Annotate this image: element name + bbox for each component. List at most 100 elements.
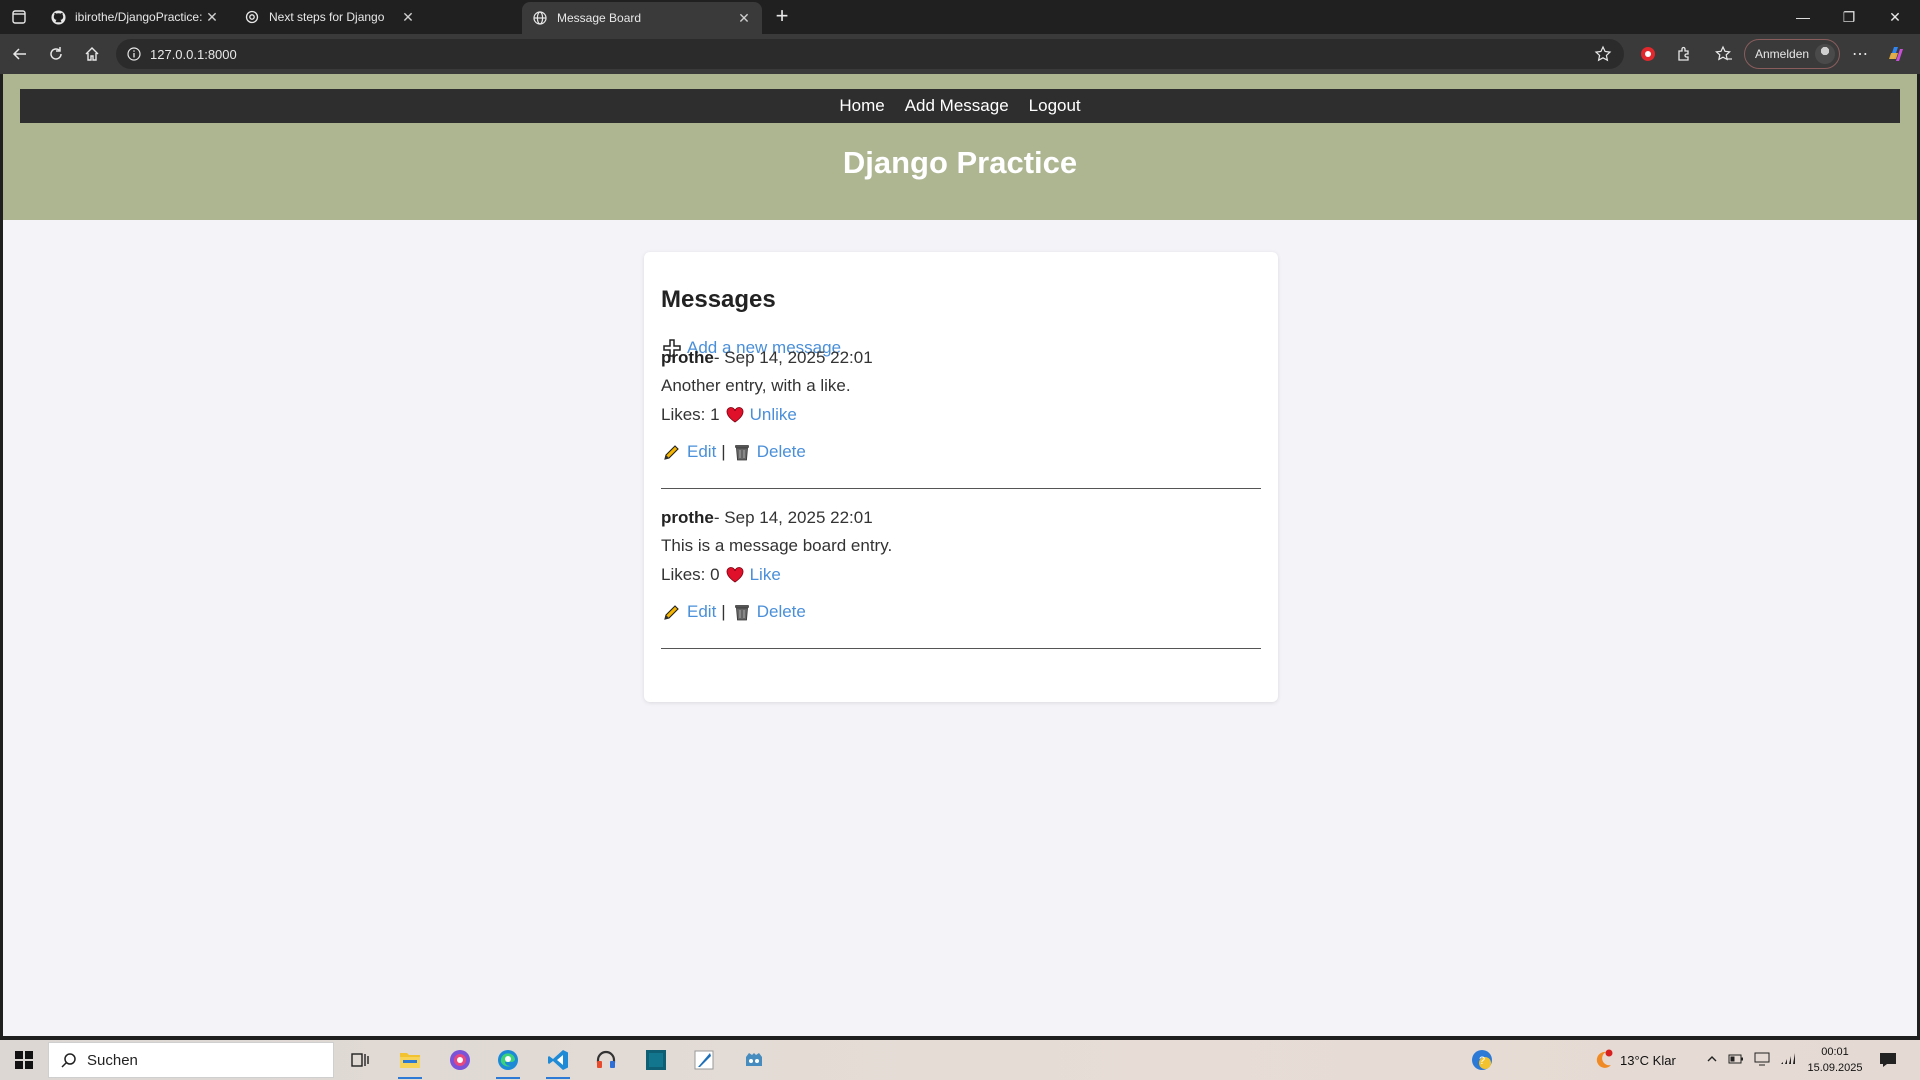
message-body: This is a message board entry.	[661, 536, 893, 555]
favorites-icon[interactable]	[1712, 42, 1736, 66]
message-body: Another entry, with a like.	[661, 376, 851, 395]
battery-icon[interactable]	[1728, 1053, 1744, 1068]
trash-icon	[731, 601, 753, 623]
main-nav: Home Add Message Logout	[20, 89, 1900, 123]
search-icon	[61, 1053, 76, 1068]
nav-logout-link[interactable]: Logout	[1029, 96, 1081, 116]
clock-time: 00:01	[1821, 1046, 1849, 1058]
edit-link[interactable]: Edit	[687, 602, 716, 622]
message-meta: prothe - Sep 14, 2025 22:01	[661, 508, 873, 528]
home-icon[interactable]	[80, 42, 104, 66]
heart-icon	[724, 564, 746, 586]
teal-app-icon[interactable]	[642, 1046, 670, 1074]
pencil-icon	[661, 441, 683, 463]
site-header: Home Add Message Logout Django Practice	[3, 74, 1917, 220]
signin-label: Anmelden	[1755, 47, 1810, 61]
unlike-link[interactable]: Unlike	[750, 405, 797, 425]
message-divider	[661, 648, 1261, 649]
tab-github[interactable]: ibirothe/DjangoPractice: Practice ✕	[40, 2, 230, 32]
likes-row: Likes: 1 Unlike	[661, 404, 797, 426]
extensions-icon[interactable]	[1672, 42, 1696, 66]
discord-like-icon[interactable]	[446, 1046, 474, 1074]
new-tab-button[interactable]: +	[770, 5, 794, 29]
tab-title: Next steps for Django	[269, 10, 385, 24]
tab-chatgpt[interactable]: Next steps for Django ✕	[234, 2, 426, 32]
tab-title: ibirothe/DjangoPractice: Practice	[75, 10, 204, 24]
svg-text:?: ?	[1479, 1055, 1485, 1067]
pen-app-icon[interactable]	[690, 1046, 718, 1074]
tab-message-board[interactable]: Message Board ✕	[522, 2, 762, 34]
message-divider	[661, 488, 1261, 489]
message-date: - Sep 14, 2025 22:01	[713, 508, 873, 527]
trash-icon	[731, 441, 753, 463]
help-icon[interactable]: ?	[1468, 1046, 1496, 1074]
weather-widget[interactable]: 13°C Klar	[1592, 1040, 1676, 1080]
delete-link[interactable]: Delete	[757, 602, 806, 622]
tab-title: Message Board	[557, 11, 642, 25]
edge-icon[interactable]	[494, 1046, 522, 1079]
vscode-icon[interactable]	[544, 1046, 572, 1079]
file-explorer-icon[interactable]	[396, 1046, 424, 1079]
likes-count: Likes: 0	[661, 565, 720, 584]
weather-moon-icon	[1596, 1049, 1613, 1068]
windows-taskbar: Suchen ? 13°C Klar 00:01 15.09.2025	[0, 1040, 1920, 1080]
close-tab-icon[interactable]: ✕	[204, 9, 220, 25]
message-author: prothe	[661, 508, 714, 527]
globe-icon	[532, 10, 548, 26]
windows-icon	[15, 1051, 33, 1069]
taskbar-clock[interactable]: 00:01 15.09.2025	[1800, 1044, 1870, 1076]
action-separator: |	[721, 602, 726, 621]
clock-date: 15.09.2025	[1807, 1062, 1863, 1074]
site-title: Django Practice	[842, 145, 1078, 180]
messages-card: Messages Add a new message prothe - Sep …	[644, 252, 1278, 702]
more-menu-icon[interactable]: ⋯	[1848, 42, 1872, 66]
pencil-icon	[661, 601, 683, 623]
close-window-icon[interactable]: ✕	[1872, 0, 1918, 34]
wifi-icon[interactable]	[1780, 1052, 1796, 1069]
restore-icon[interactable]: ❐	[1826, 0, 1872, 34]
back-icon[interactable]	[8, 42, 32, 66]
likes-count: Likes: 1	[661, 405, 720, 424]
heart-icon	[724, 404, 746, 426]
search-placeholder: Suchen	[87, 1051, 138, 1069]
edit-link[interactable]: Edit	[687, 442, 716, 462]
address-bar[interactable]: 127.0.0.1:8000	[116, 39, 1624, 69]
site-info-icon[interactable]	[126, 46, 142, 62]
close-tab-icon[interactable]: ✕	[400, 9, 416, 25]
browser-tabstrip: ibirothe/DjangoPractice: Practice ✕ Next…	[0, 0, 1920, 34]
headphones-app-icon[interactable]	[592, 1046, 620, 1074]
favorite-star-icon[interactable]	[1594, 45, 1612, 63]
tray-chevron-icon[interactable]	[1706, 1053, 1718, 1068]
nav-add-message-link[interactable]: Add Message	[905, 96, 1009, 116]
minimize-icon[interactable]: —	[1780, 0, 1826, 34]
action-separator: |	[721, 442, 726, 461]
avatar	[1815, 44, 1835, 64]
copilot-icon[interactable]	[1884, 42, 1908, 66]
weather-text: 13°C Klar	[1620, 1052, 1676, 1068]
reload-icon[interactable]	[44, 42, 68, 66]
task-view-icon[interactable]	[346, 1046, 374, 1074]
display-icon[interactable]	[1754, 1052, 1770, 1069]
tab-actions-icon[interactable]	[8, 6, 30, 28]
taskbar-search[interactable]: Suchen	[48, 1042, 334, 1078]
openai-icon	[244, 9, 260, 25]
godot-icon[interactable]	[740, 1046, 768, 1074]
message-author: prothe	[661, 348, 714, 367]
close-tab-icon[interactable]: ✕	[736, 10, 752, 26]
actions-row: Edit | Delete	[661, 601, 806, 623]
github-icon	[50, 9, 66, 25]
system-tray	[1706, 1040, 1796, 1080]
actions-row: Edit | Delete	[661, 441, 806, 463]
extension-record-icon[interactable]	[1636, 42, 1660, 66]
messages-heading: Messages	[661, 286, 776, 313]
message-meta: prothe - Sep 14, 2025 22:01	[661, 348, 873, 368]
message-date: - Sep 14, 2025 22:01	[713, 348, 873, 367]
address-text: 127.0.0.1:8000	[150, 46, 237, 62]
notifications-icon[interactable]	[1874, 1046, 1902, 1074]
browser-toolbar: 127.0.0.1:8000 Anmelden ⋯	[0, 34, 1920, 74]
signin-button[interactable]: Anmelden	[1744, 39, 1840, 69]
nav-home-link[interactable]: Home	[839, 96, 884, 116]
like-link[interactable]: Like	[750, 565, 781, 585]
delete-link[interactable]: Delete	[757, 442, 806, 462]
start-button[interactable]	[0, 1040, 48, 1080]
